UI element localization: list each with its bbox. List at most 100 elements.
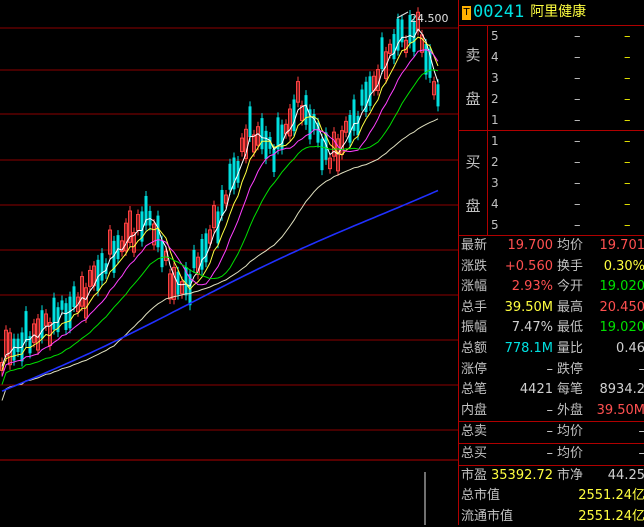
sell-level-3: 3–– [489, 68, 644, 89]
candle-body [201, 239, 204, 270]
open-value: 19.020 [600, 277, 644, 298]
kline-svg: 24.500 [0, 0, 458, 525]
candle-body [361, 89, 364, 105]
level-volume: – [624, 173, 631, 194]
row-change: 涨跌+0.560换手0.30% [459, 257, 644, 278]
level-num: 2 [491, 89, 499, 110]
inner-value: – [547, 401, 554, 422]
sell-level-5: 5 – – [489, 26, 644, 47]
level-price: – [574, 26, 581, 47]
candle-body [161, 240, 164, 267]
tag-badge: T [462, 6, 471, 20]
candle-body [17, 339, 20, 352]
candle-body [65, 303, 68, 330]
low-value: 19.020 [600, 318, 644, 339]
level-volume: – [624, 215, 631, 236]
stock-header: T00241 阿里健康 [459, 0, 644, 26]
level-volume: – [624, 131, 631, 152]
buy-side-label: 买 盘 [459, 131, 488, 235]
level-price: – [574, 194, 581, 215]
row-total-sell: 总卖–均价– [459, 422, 644, 444]
level-volume: – [624, 47, 631, 68]
candle-body [261, 118, 264, 149]
candle-body [357, 116, 360, 135]
candle-body [41, 310, 44, 338]
sell-orders: 卖 盘 5––4––3––2––1–– [459, 26, 644, 131]
stats-table: 最新19.700均价19.701 涨跌+0.560换手0.30% 涨幅2.93%… [459, 236, 644, 527]
change-pct-value: 2.93% [512, 277, 553, 298]
level-price: – [574, 89, 581, 110]
level-num: 2 [491, 152, 499, 173]
sell-side-label: 卖 盘 [459, 26, 488, 130]
candle-body [101, 253, 104, 281]
outer-value: 39.50M [597, 401, 644, 422]
row-latest: 最新19.700均价19.701 [459, 236, 644, 257]
limit-down-value: – [639, 360, 644, 381]
candle-body [205, 233, 208, 262]
level-num: 5 [491, 26, 499, 47]
candle-body [229, 164, 232, 190]
candle-body [321, 139, 324, 170]
stock-code: 00241 [473, 2, 524, 22]
total-sell-avg-value: – [639, 422, 644, 443]
level-price: – [574, 173, 581, 194]
level-num: 3 [491, 173, 499, 194]
stock-name: 阿里健康 [530, 4, 586, 20]
turnover-value: 0.30% [604, 257, 644, 278]
level-num: 5 [491, 215, 499, 236]
row-total-buy: 总买–均价– [459, 444, 644, 466]
total-buy-value: – [547, 444, 554, 465]
peak-label: 24.500 [410, 12, 449, 25]
total-sell-value: – [547, 422, 554, 443]
level-volume: – [624, 26, 631, 47]
row-volume: 总手39.50M最高20.450 [459, 298, 644, 319]
sell-level-4: 4–– [489, 47, 644, 68]
candle-body [61, 300, 64, 309]
buy-level-4: 4–– [489, 194, 644, 215]
candle-body [73, 286, 76, 307]
candle-body [349, 115, 352, 143]
row-pe: 市盈35392.72市净44.25 [459, 466, 644, 487]
level-num: 1 [491, 131, 499, 152]
row-trades: 总笔4421每笔8934.2 [459, 380, 644, 401]
buy-level-2: 2–– [489, 152, 644, 173]
candle-body [13, 339, 16, 361]
level-price: – [574, 152, 581, 173]
level-num: 3 [491, 68, 499, 89]
moving-average-line [2, 119, 438, 401]
sell-level-1: 1–– [489, 110, 644, 131]
candle-body [369, 76, 372, 106]
buy-level-1: 1 – – [489, 131, 644, 152]
volume-value: 39.50M [505, 298, 553, 319]
kline-chart[interactable]: 24.500 [0, 0, 458, 525]
pb-value: 44.25 [608, 466, 644, 487]
level-price: – [574, 47, 581, 68]
level-price: – [574, 110, 581, 131]
vol-ratio-value: 0.46 [616, 339, 644, 360]
buy-level-3: 3 – – [489, 173, 644, 194]
amplitude-value: 7.47% [512, 318, 553, 339]
level-price: – [574, 68, 581, 89]
row-amplitude: 振幅7.47%最低19.020 [459, 318, 644, 339]
row-change-pct: 涨幅2.93%今开19.020 [459, 277, 644, 298]
latest-price: 19.700 [508, 236, 554, 257]
row-limit: 涨停–跌停– [459, 360, 644, 381]
candle-body [393, 34, 396, 59]
mcap-value: 2551.24亿 [578, 486, 644, 507]
candle-body [249, 106, 252, 137]
candle-body [293, 99, 296, 131]
limit-up-value: – [547, 360, 554, 381]
candle-body [193, 250, 196, 268]
candle-body [117, 235, 120, 259]
level-volume: – [624, 110, 631, 131]
per-trade-value: 8934.2 [600, 380, 644, 401]
buy-level-5: 5–– [489, 215, 644, 236]
sell-level-2: 2–– [489, 89, 644, 110]
avg-price: 19.701 [600, 236, 644, 257]
candle-body [437, 84, 440, 106]
level-price: – [574, 131, 581, 152]
quote-panel: T00241阿里健康 卖 盘 5––4––3––2––1–– 买 盘 1––2–… [458, 0, 644, 525]
total-buy-avg-value: – [639, 444, 644, 465]
row-amount: 总额778.1M量比0.46 [459, 339, 644, 360]
candle-body [425, 44, 428, 75]
